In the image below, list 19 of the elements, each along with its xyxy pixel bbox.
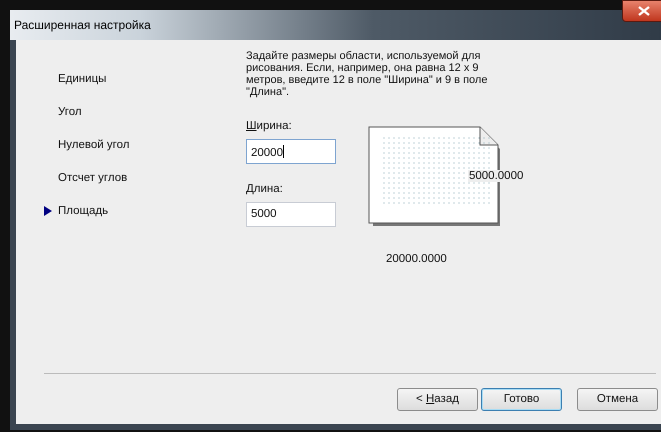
dialog-button[interactable]: Отмена xyxy=(577,388,658,410)
step-label[interactable]: Отсчет углов xyxy=(58,172,128,184)
field-label: Длина: xyxy=(246,183,284,195)
length-value: 5000.0000 xyxy=(468,170,524,182)
window-title: Расширенная настройка xyxy=(13,18,151,32)
step-label[interactable]: Угол xyxy=(58,106,82,118)
dialog-button[interactable]: Готово xyxy=(481,388,562,410)
current-step-arrow-icon xyxy=(44,206,52,216)
step-label[interactable]: Нулевой угол xyxy=(58,139,130,151)
field-label: Ширина: xyxy=(246,120,293,132)
description-text: Задайте размеры области, используемой для рисования. Если, например, она равна 12 x 9 метров, введите 12 в поле "Ширина" и 9 в поле "Длина". xyxy=(246,50,488,98)
close-icon xyxy=(638,6,650,16)
step-label[interactable]: Единицы xyxy=(58,73,106,85)
width-value: 20000.0000 xyxy=(386,253,447,265)
input-field[interactable]: 5000 xyxy=(246,202,336,227)
dialog-button[interactable]: < Назад xyxy=(397,388,478,410)
close-button[interactable] xyxy=(622,0,661,22)
step-label[interactable]: Площадь xyxy=(58,205,108,217)
input-field[interactable]: 20000 xyxy=(246,139,336,164)
